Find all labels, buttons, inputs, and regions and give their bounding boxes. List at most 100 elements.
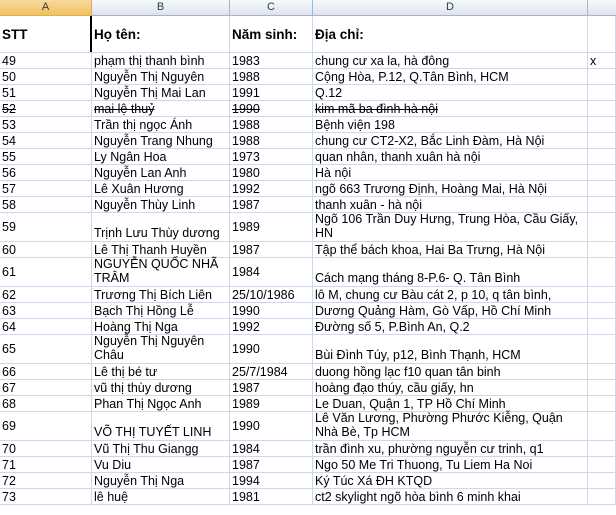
year-cell[interactable]: 1987 [230, 197, 313, 212]
stt-cell[interactable]: 65 [0, 335, 92, 363]
address-cell[interactable]: kim mã ba đình hà nội [313, 101, 588, 116]
address-cell[interactable]: quan nhân, thanh xuân hà nội [313, 149, 588, 164]
stt-cell[interactable]: 54 [0, 133, 92, 148]
stt-cell[interactable]: 62 [0, 287, 92, 302]
name-cell[interactable]: Nguyễn Thị Mai Lan [92, 85, 230, 100]
stt-cell[interactable]: 59 [0, 213, 92, 241]
stt-cell[interactable]: 67 [0, 380, 92, 395]
address-cell[interactable]: Dương Quảng Hàm, Gò Vấp, Hồ Chí Minh [313, 303, 588, 318]
year-cell[interactable]: 25/7/1984 [230, 364, 313, 379]
extra-cell[interactable] [588, 133, 616, 148]
extra-cell[interactable] [588, 69, 616, 84]
year-cell[interactable]: 1990 [230, 101, 313, 116]
name-cell[interactable]: NGUYỄN QUỐC NHÃ TRÂM [92, 257, 230, 286]
extra-cell[interactable] [588, 258, 616, 286]
year-cell[interactable]: 1989 [230, 396, 313, 411]
address-cell[interactable]: ct2 skylight ngõ hòa bình 6 minh khai [313, 489, 588, 504]
year-cell[interactable]: 1987 [230, 457, 313, 472]
address-cell[interactable]: lô M, chung cư Bàu cát 2, p 10, q tân bì… [313, 287, 588, 302]
year-cell[interactable]: 1990 [230, 303, 313, 318]
extra-cell[interactable] [588, 197, 616, 212]
name-cell[interactable]: lê huệ [92, 489, 230, 504]
address-cell[interactable]: Tập thể bách khoa, Hai Ba Trưng, Hà Nội [313, 242, 588, 257]
extra-cell[interactable] [588, 473, 616, 488]
year-cell[interactable]: 1992 [230, 181, 313, 196]
name-cell[interactable]: Nguyễn Thị Nguyên [92, 69, 230, 84]
address-cell[interactable]: Q.12 [313, 85, 588, 100]
year-cell[interactable]: 1973 [230, 149, 313, 164]
stt-cell[interactable]: 72 [0, 473, 92, 488]
extra-cell[interactable] [588, 181, 616, 196]
year-cell[interactable]: 1988 [230, 117, 313, 132]
stt-cell[interactable]: 56 [0, 165, 92, 180]
extra-cell[interactable] [588, 165, 616, 180]
name-cell[interactable]: Lê thị bé tư [92, 364, 230, 379]
year-cell[interactable]: 1994 [230, 473, 313, 488]
year-cell[interactable]: 1990 [230, 335, 313, 363]
stt-cell[interactable]: 68 [0, 396, 92, 411]
stt-cell[interactable]: 58 [0, 197, 92, 212]
name-cell[interactable]: Lê Thị Thanh Huyền [92, 242, 230, 257]
name-cell[interactable]: phạm thị thanh bình [92, 53, 230, 68]
address-cell[interactable]: Ký Túc Xá ĐH KTQD [313, 473, 588, 488]
year-cell[interactable]: 1984 [230, 441, 313, 456]
stt-cell[interactable]: 55 [0, 149, 92, 164]
name-cell[interactable]: Lê Xuân Hương [92, 181, 230, 196]
name-cell[interactable]: vũ thị thùy dương [92, 380, 230, 395]
year-cell[interactable]: 1992 [230, 319, 313, 334]
year-cell[interactable]: 1989 [230, 213, 313, 241]
extra-cell[interactable] [588, 412, 616, 440]
stt-cell[interactable]: 50 [0, 69, 92, 84]
stt-cell[interactable]: 60 [0, 242, 92, 257]
address-cell[interactable]: Bùi Đình Túy, p12, Bình Thạnh, HCM [313, 335, 588, 363]
stt-cell[interactable]: 71 [0, 457, 92, 472]
name-cell[interactable]: Trịnh Lưu Thùy dương [92, 213, 230, 241]
extra-cell[interactable]: x [588, 53, 616, 68]
name-cell[interactable]: VÕ THỊ TUYẾT LINH [92, 412, 230, 440]
extra-cell[interactable] [588, 489, 616, 504]
year-cell[interactable]: 1988 [230, 133, 313, 148]
stt-cell[interactable]: 52 [0, 101, 92, 116]
extra-cell[interactable] [588, 380, 616, 395]
address-cell[interactable]: Ngo 50 Me Tri Thuong, Tu Liem Ha Noi [313, 457, 588, 472]
stt-cell[interactable]: 51 [0, 85, 92, 100]
address-cell[interactable]: Lê Văn Lương, Phường Phước Kiễng, Quận N… [313, 411, 588, 440]
header-cell-name[interactable]: Họ tên: [92, 16, 230, 52]
stt-cell[interactable]: 64 [0, 319, 92, 334]
year-cell[interactable]: 1991 [230, 85, 313, 100]
header-cell-e[interactable] [588, 16, 616, 52]
name-cell[interactable]: Trần thị ngọc Ánh [92, 117, 230, 132]
header-cell-year[interactable]: Năm sinh: [230, 16, 313, 52]
address-cell[interactable]: Cộng Hòa, P.12, Q.Tân Bình, HCM [313, 69, 588, 84]
year-cell[interactable]: 1990 [230, 412, 313, 440]
address-cell[interactable]: thanh xuân - hà nội [313, 197, 588, 212]
name-cell[interactable]: Ly Ngân Hoa [92, 149, 230, 164]
extra-cell[interactable] [588, 396, 616, 411]
header-cell-stt[interactable]: STT [0, 16, 92, 52]
address-cell[interactable]: Bệnh viện 198 [313, 117, 588, 132]
stt-cell[interactable]: 57 [0, 181, 92, 196]
address-cell[interactable]: chung cư CT2-X2, Bắc Linh Đàm, Hà Nội [313, 133, 588, 148]
column-header-c[interactable]: C [230, 0, 313, 15]
year-cell[interactable]: 1987 [230, 242, 313, 257]
name-cell[interactable]: Nguyễn Lan Anh [92, 165, 230, 180]
name-cell[interactable]: Phan Thị Ngọc Anh [92, 396, 230, 411]
extra-cell[interactable] [588, 85, 616, 100]
extra-cell[interactable] [588, 457, 616, 472]
address-cell[interactable]: duong hồng lạc f10 quan tân binh [313, 364, 588, 379]
stt-cell[interactable]: 63 [0, 303, 92, 318]
extra-cell[interactable] [588, 335, 616, 363]
year-cell[interactable]: 25/10/1986 [230, 287, 313, 302]
address-cell[interactable]: Đường số 5, P.Bình An, Q.2 [313, 319, 588, 334]
stt-cell[interactable]: 49 [0, 53, 92, 68]
address-cell[interactable]: Ngõ 106 Trần Duy Hưng, Trung Hòa, Cầu Gi… [313, 212, 588, 241]
name-cell[interactable]: Nguyễn Thị Nga [92, 473, 230, 488]
name-cell[interactable]: Vũ Thị Thu Giangg [92, 441, 230, 456]
name-cell[interactable]: Nguyễn Thùy Linh [92, 197, 230, 212]
column-header-b[interactable]: B [92, 0, 230, 15]
name-cell[interactable]: Bạch Thị Hồng Lễ [92, 303, 230, 318]
address-cell[interactable]: Cách mạng tháng 8-P.6- Q. Tân Bình [313, 258, 588, 286]
stt-cell[interactable]: 69 [0, 412, 92, 440]
year-cell[interactable]: 1984 [230, 258, 313, 286]
year-cell[interactable]: 1987 [230, 380, 313, 395]
